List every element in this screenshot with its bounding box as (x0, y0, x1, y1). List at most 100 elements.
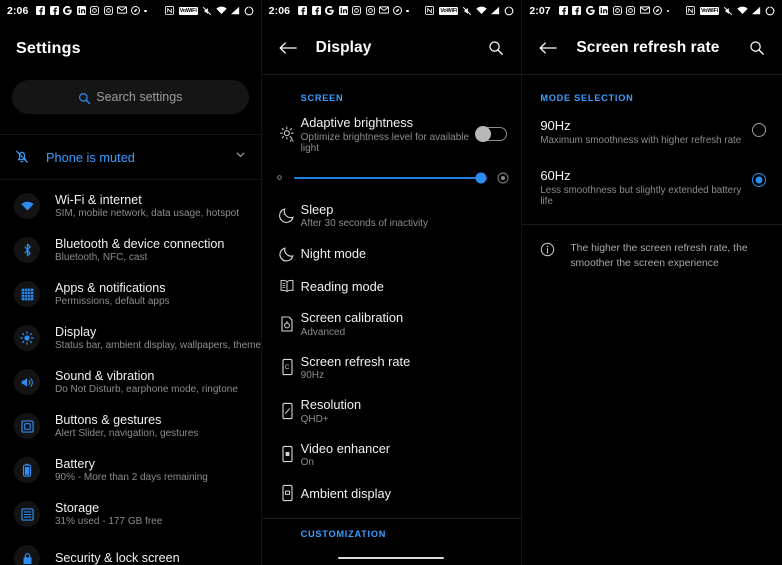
linkedin-icon (599, 6, 609, 16)
status-bar-notification-icons (298, 6, 409, 16)
signal-icon (490, 6, 500, 16)
item-title: Ambient display (300, 485, 391, 501)
sidebar-item-title: Apps & notifications (55, 281, 166, 295)
info-text: The higher the screen refresh rate, the … (570, 243, 748, 270)
search-placeholder: Search settings (96, 90, 183, 104)
nfc-icon (425, 6, 435, 16)
status-bar-system-icons: VoWiFi (425, 6, 514, 16)
resolution-row[interactable]: Resolution QHD+ (262, 389, 522, 433)
item-subtitle: QHD+ (300, 413, 329, 425)
status-bar-notification-icons (36, 6, 147, 16)
status-bar: 2:07 VoWiFi (522, 0, 782, 22)
sidebar-item-subtitle: 31% used - 177 GB free (55, 516, 163, 527)
sidebar-item-apps[interactable]: Apps & notifications Permissions, default… (0, 272, 261, 316)
sidebar-item-security[interactable]: Security & lock screen (0, 536, 261, 565)
status-bar-clock: 2:07 (529, 5, 551, 17)
sidebar-item-title: Security & lock screen (55, 551, 180, 565)
signal-icon (751, 6, 761, 16)
sidebar-item-wifi[interactable]: Wi-Fi & internet SIM, mobile network, dat… (0, 184, 261, 228)
sleep-row[interactable]: zz Sleep After 30 seconds of inactivity (262, 194, 522, 238)
phone-muted-banner[interactable]: Phone is muted (0, 134, 261, 180)
sidebar-item-subtitle: Alert Slider, navigation, gestures (55, 428, 199, 439)
storage-icon (14, 501, 40, 527)
brightness-slider-row[interactable] (262, 162, 522, 194)
status-bar-notification-icons (558, 6, 670, 16)
battery-ring-icon (244, 6, 254, 16)
brightness-icon (14, 325, 40, 351)
sidebar-item-bluetooth[interactable]: Bluetooth & device connection Bluetooth, … (0, 228, 261, 272)
sidebar-item-subtitle: SIM, mobile network, data usage, hotspot (55, 208, 239, 219)
svg-text:A: A (289, 138, 293, 144)
brightness-slider-track[interactable] (293, 172, 489, 183)
chevron-down-icon[interactable] (234, 148, 247, 166)
adaptive-brightness-toggle[interactable] (475, 125, 508, 142)
battery-icon (14, 457, 40, 483)
sidebar-item-display[interactable]: Display Status bar, ambient display, wall… (0, 316, 261, 360)
item-title: Reading mode (300, 278, 384, 294)
battery-ring-icon (765, 6, 775, 16)
screen-calibration-row[interactable]: Screen calibration Advanced (262, 302, 522, 346)
auto-brightness-icon: A (274, 125, 301, 144)
overflow-dot-icon (666, 9, 670, 13)
night-mode-row[interactable]: Night mode (262, 237, 522, 270)
moon-icon (274, 245, 301, 262)
svg-text:z: z (283, 212, 285, 216)
item-subtitle: On (300, 457, 314, 468)
search-icon[interactable] (746, 37, 768, 59)
search-icon[interactable] (485, 37, 507, 59)
sidebar-item-title: Bluetooth & device connection (55, 237, 225, 251)
back-arrow-icon[interactable] (536, 36, 560, 60)
sidebar-item-storage[interactable]: Storage 31% used - 177 GB free (0, 492, 261, 536)
status-bar-system-icons: VoWiFi (686, 6, 775, 16)
refresh-option-90hz[interactable]: 90Hz Maximum smoothness with higher refr… (522, 107, 782, 157)
option-title: 60Hz (540, 168, 571, 183)
google-icon (585, 6, 596, 16)
brightness-slider-thumb[interactable] (475, 172, 487, 183)
option-subtitle: Less smoothness but slightly extended ba… (540, 185, 742, 207)
bluetooth-icon (14, 237, 40, 263)
screen-refresh-rate-row[interactable]: C Screen refresh rate 90Hz (262, 346, 522, 390)
display-panel: 2:06 VoWiFi Display SCREEN A Adaptive br… (260, 0, 522, 565)
sidebar-item-buttons[interactable]: Buttons & gestures Alert Slider, navigati… (0, 404, 261, 448)
option-subtitle: Maximum smoothness with higher refresh r… (540, 135, 742, 146)
radio-90hz[interactable] (751, 123, 766, 137)
video-enhancer-row[interactable]: Video enhancer On (262, 433, 522, 477)
sidebar-item-subtitle: Status bar, ambient display, wallpapers,… (55, 340, 261, 351)
settings-list: Wi-Fi & internet SIM, mobile network, dat… (0, 180, 261, 565)
search-input[interactable]: Search settings (12, 80, 249, 114)
reading-mode-row[interactable]: Reading mode (262, 270, 522, 302)
search-icon (78, 92, 91, 105)
sidebar-item-title: Storage (55, 501, 100, 515)
email-icon (379, 6, 390, 16)
refresh-option-60hz[interactable]: 60Hz Less smoothness but slightly extend… (522, 157, 782, 218)
gesture-nav-pill[interactable] (262, 551, 522, 565)
resolution-icon (274, 402, 301, 420)
buttons-icon (14, 413, 40, 439)
facebook-icon (298, 6, 308, 16)
info-icon (540, 242, 555, 262)
instagram-icon (103, 6, 114, 16)
page-title: Screen refresh rate (576, 39, 720, 56)
apps-grid-icon (14, 281, 40, 307)
adaptive-brightness-subtitle: Optimize brightness level for available … (300, 131, 470, 154)
item-title: Screen calibration (300, 310, 404, 325)
status-bar-clock: 2:06 (268, 5, 291, 17)
wifi-icon (737, 6, 748, 16)
sidebar-item-title: Wi-Fi & internet (55, 193, 142, 207)
instagram-icon (90, 6, 100, 16)
section-header-screen: SCREEN (300, 93, 344, 103)
google-icon (325, 6, 335, 16)
back-arrow-icon[interactable] (276, 36, 300, 60)
refresh-rate-icon: C (274, 358, 301, 376)
wifi-icon (14, 193, 40, 219)
adaptive-brightness-row[interactable]: A Adaptive brightness Optimize brightnes… (262, 107, 522, 162)
settings-panel: 2:06 VoWiFi Settings Search settings Pho… (0, 0, 261, 565)
sleep-moon-icon: zz (274, 206, 301, 224)
status-bar: 2:06 VoWiFi (262, 0, 522, 22)
radio-60hz[interactable] (751, 173, 766, 187)
ambient-display-row[interactable]: Ambient display (262, 476, 522, 510)
sidebar-item-sound[interactable]: Sound & vibration Do Not Disturb, earphon… (0, 360, 261, 404)
sidebar-item-battery[interactable]: Battery 90% - More than 2 days remaining (0, 448, 261, 492)
book-icon (274, 278, 301, 294)
sidebar-item-subtitle: 90% - More than 2 days remaining (55, 472, 208, 483)
